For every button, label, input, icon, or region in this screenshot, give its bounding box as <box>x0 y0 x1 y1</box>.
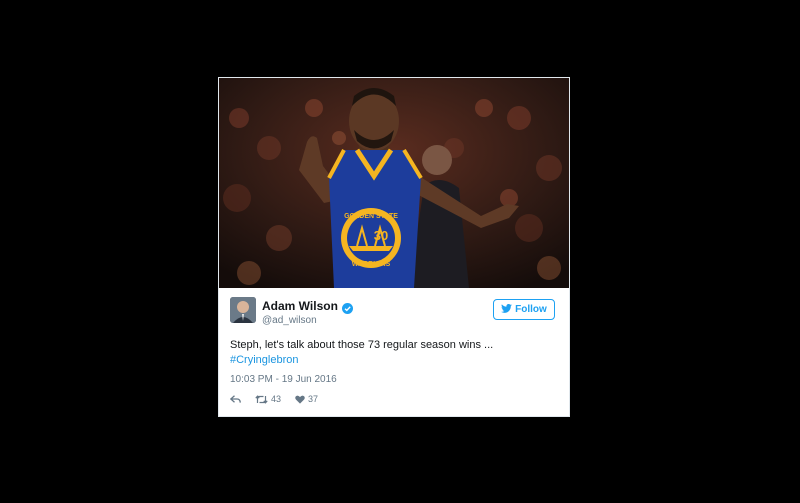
name-row: Adam Wilson <box>262 299 353 314</box>
display-name[interactable]: Adam Wilson <box>262 299 338 313</box>
verified-badge-icon <box>341 301 353 314</box>
retweet-count: 43 <box>271 394 282 404</box>
jersey-top-text: GOLDEN STATE <box>344 213 398 220</box>
retweet-icon <box>255 394 268 404</box>
follow-label: Follow <box>515 304 547 315</box>
follow-button[interactable]: Follow <box>493 299 555 320</box>
timestamp[interactable]: 10:03 PM - 19 Jun 2016 <box>230 374 337 385</box>
reply-icon <box>230 394 241 404</box>
hashtag-link[interactable]: #Cryinglebron <box>230 353 493 368</box>
player-photo: GOLDEN STATE WARRIORS 30 <box>219 78 569 288</box>
user-handle[interactable]: @ad_wilson <box>262 315 317 326</box>
tweet-text-line: Steph, let's talk about those 73 regular… <box>230 339 494 351</box>
retweet-button[interactable]: 43 <box>255 394 281 404</box>
jersey-bottom-text: WARRIORS <box>352 261 391 268</box>
reply-button[interactable] <box>230 394 241 404</box>
like-count: 37 <box>308 394 319 404</box>
avatar[interactable] <box>230 297 256 323</box>
jersey-number: 30 <box>374 228 388 243</box>
tweet-text: Steph, let's talk about those 73 regular… <box>230 338 493 368</box>
avatar-image <box>230 297 256 323</box>
heart-icon <box>295 395 305 404</box>
tweet-photo[interactable]: GOLDEN STATE WARRIORS 30 <box>219 78 569 288</box>
twitter-bird-icon <box>501 303 513 316</box>
tweet-actions: 43 37 <box>230 394 332 404</box>
tweet-body: Adam Wilson @ad_wilson Follow Steph, let… <box>219 288 569 416</box>
tweet-card: GOLDEN STATE WARRIORS 30 Adam Wilson @ad… <box>218 77 570 417</box>
like-button[interactable]: 37 <box>295 394 318 404</box>
